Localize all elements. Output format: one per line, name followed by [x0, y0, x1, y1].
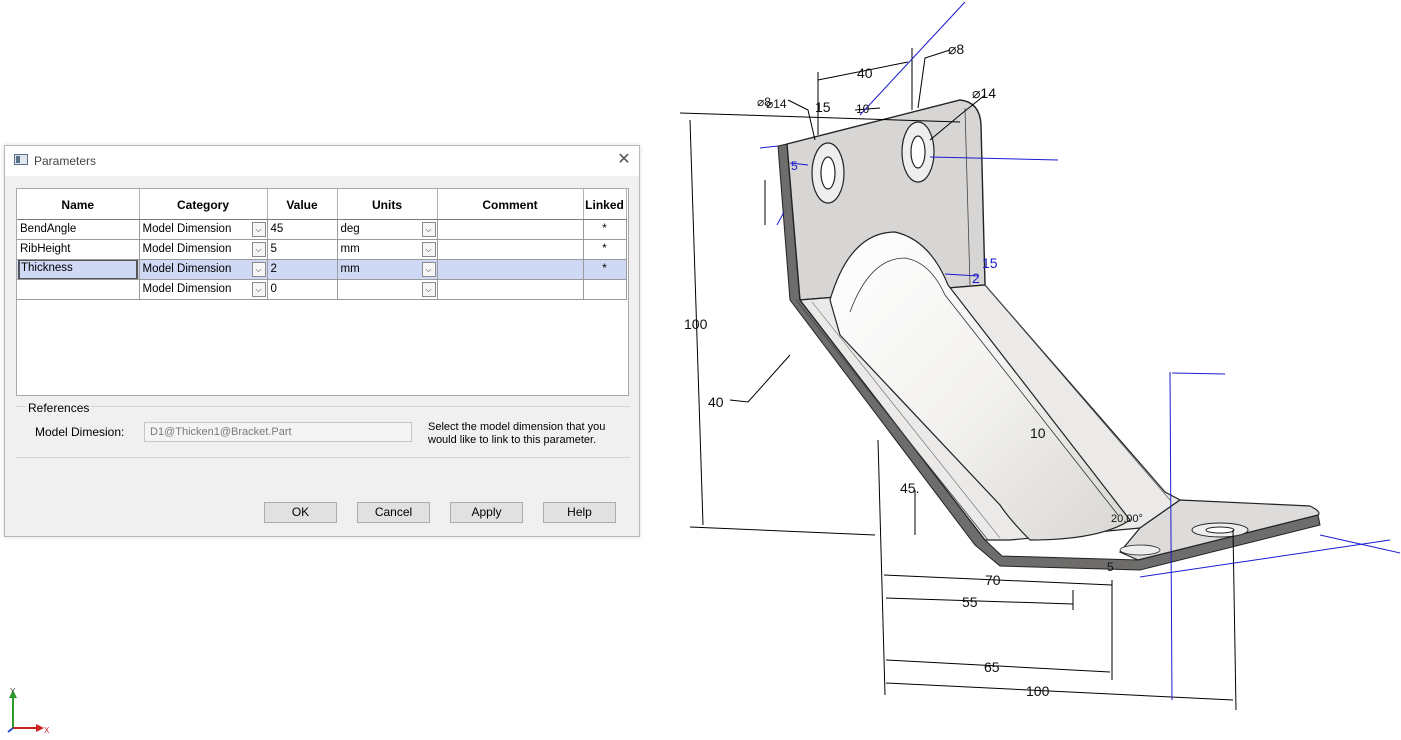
comment-cell[interactable] [437, 259, 584, 280]
dim-text[interactable]: 40 [708, 394, 724, 410]
value-cell[interactable]: 0 [267, 279, 338, 300]
name-cell[interactable]: Thickness [17, 259, 140, 280]
comment-cell[interactable] [437, 279, 584, 300]
references-group: References Model Dimesion: Select the mo… [16, 401, 630, 458]
column-header-comment[interactable]: Comment [437, 189, 584, 220]
bracket-part[interactable] [777, 99, 1321, 571]
parameters-grid: Name Category Value Units Comment Linked… [16, 188, 629, 396]
units-combo[interactable]: deg ⌵ [337, 219, 438, 240]
column-header-name[interactable]: Name [17, 189, 140, 220]
units-value: deg [340, 223, 360, 235]
category-value: Model Dimension [142, 283, 232, 295]
units-value: mm [340, 263, 360, 275]
dialog-titlebar[interactable]: Parameters ✕ [5, 146, 639, 176]
comment-cell[interactable] [437, 219, 584, 240]
grid-header-row: Name Category Value Units Comment Linked [17, 189, 627, 220]
linked-cell: * [583, 259, 627, 280]
dim-text[interactable]: 10 [856, 102, 870, 116]
linked-cell [583, 279, 627, 300]
comment-cell[interactable] [437, 239, 584, 260]
category-combo[interactable]: Model Dimension ⌵ [139, 259, 268, 280]
units-value: mm [340, 243, 360, 255]
ok-button[interactable]: OK [264, 502, 337, 523]
dim-text[interactable]: 5 [1107, 560, 1114, 574]
name-cell-focused[interactable]: Thickness [18, 259, 138, 278]
column-header-category[interactable]: Category [139, 189, 268, 220]
model-dimension-label: Model Dimesion: [35, 425, 125, 439]
dim-text[interactable]: 100 [1026, 683, 1050, 699]
value-cell[interactable]: 2 [267, 259, 338, 280]
name-cell[interactable]: RibHeight [17, 239, 140, 260]
triad-x-label: X [44, 726, 50, 735]
value-cell[interactable]: 5 [267, 239, 338, 260]
dialog-title: Parameters [34, 154, 97, 168]
chevron-down-icon[interactable]: ⌵ [251, 241, 266, 257]
table-row[interactable]: RibHeight Model Dimension ⌵ 5 mm ⌵ * [17, 239, 627, 260]
dim-text[interactable]: 15 [982, 255, 998, 271]
units-combo[interactable]: mm ⌵ [337, 259, 438, 280]
table-row[interactable]: BendAngle Model Dimension ⌵ 45 deg ⌵ * [17, 219, 627, 240]
close-button[interactable]: ✕ [615, 151, 633, 169]
parameters-dialog: Parameters ✕ Name Category Value Units C… [4, 145, 640, 537]
triad-y-label: Y [10, 687, 16, 696]
linked-cell: * [583, 239, 627, 260]
units-combo[interactable]: ⌵ [337, 279, 438, 300]
references-title: References [26, 401, 92, 415]
dim-text[interactable]: 10 [1030, 425, 1046, 441]
dim-text[interactable]: 40 [857, 65, 873, 81]
model-dimension-field[interactable] [144, 422, 412, 442]
chevron-down-icon[interactable]: ⌵ [421, 241, 436, 257]
dim-text[interactable]: 2 [972, 270, 980, 286]
chevron-down-icon[interactable]: ⌵ [421, 261, 436, 277]
table-row-selected[interactable]: Thickness Model Dimension ⌵ 2 mm ⌵ * [17, 259, 627, 280]
category-combo[interactable]: Model Dimension ⌵ [139, 219, 268, 240]
units-combo[interactable]: mm ⌵ [337, 239, 438, 260]
dim-text[interactable]: 100 [684, 316, 708, 332]
name-cell[interactable]: BendAngle [17, 219, 140, 240]
linked-cell: * [583, 219, 627, 240]
category-value: Model Dimension [142, 263, 232, 275]
dim-text[interactable]: ⌀14 [766, 97, 787, 111]
dim-text[interactable]: ⌀8 [948, 41, 964, 57]
dim-text[interactable]: 5 [791, 159, 798, 173]
dim-text[interactable]: 70 [985, 572, 1001, 588]
category-value: Model Dimension [142, 243, 232, 255]
dim-text[interactable]: 15 [815, 99, 831, 115]
axis-triad: Y X [7, 687, 50, 735]
chevron-down-icon[interactable]: ⌵ [251, 221, 266, 237]
parameters-window-icon [14, 154, 28, 165]
dim-text[interactable]: ⌀14 [972, 85, 996, 101]
chevron-down-icon[interactable]: ⌵ [421, 281, 436, 297]
cad-viewport[interactable]: 40 ⌀8 ⌀14 ⌀8 ⌀14 15 10 5 100 40 15 2 10 … [660, 0, 1401, 740]
chevron-down-icon[interactable]: ⌵ [421, 221, 436, 237]
column-header-units[interactable]: Units [337, 189, 438, 220]
column-header-value[interactable]: Value [267, 189, 338, 220]
column-header-linked[interactable]: Linked [583, 189, 627, 220]
category-combo[interactable]: Model Dimension ⌵ [139, 279, 268, 300]
name-cell[interactable] [17, 279, 140, 300]
references-help-text: Select the model dimension that you woul… [428, 421, 606, 446]
dim-text[interactable]: 20.00° [1111, 513, 1143, 525]
chevron-down-icon[interactable]: ⌵ [251, 281, 266, 297]
category-combo[interactable]: Model Dimension ⌵ [139, 239, 268, 260]
dim-text[interactable]: 65 [984, 659, 1000, 675]
cancel-button[interactable]: Cancel [357, 502, 430, 523]
dim-text[interactable]: 45. [900, 480, 919, 496]
value-cell[interactable]: 45 [267, 219, 338, 240]
table-row[interactable]: Model Dimension ⌵ 0 ⌵ [17, 279, 627, 300]
chevron-down-icon[interactable]: ⌵ [251, 261, 266, 277]
help-button[interactable]: Help [543, 502, 616, 523]
apply-button[interactable]: Apply [450, 502, 523, 523]
dim-text[interactable]: 55 [962, 594, 978, 610]
category-value: Model Dimension [142, 223, 232, 235]
